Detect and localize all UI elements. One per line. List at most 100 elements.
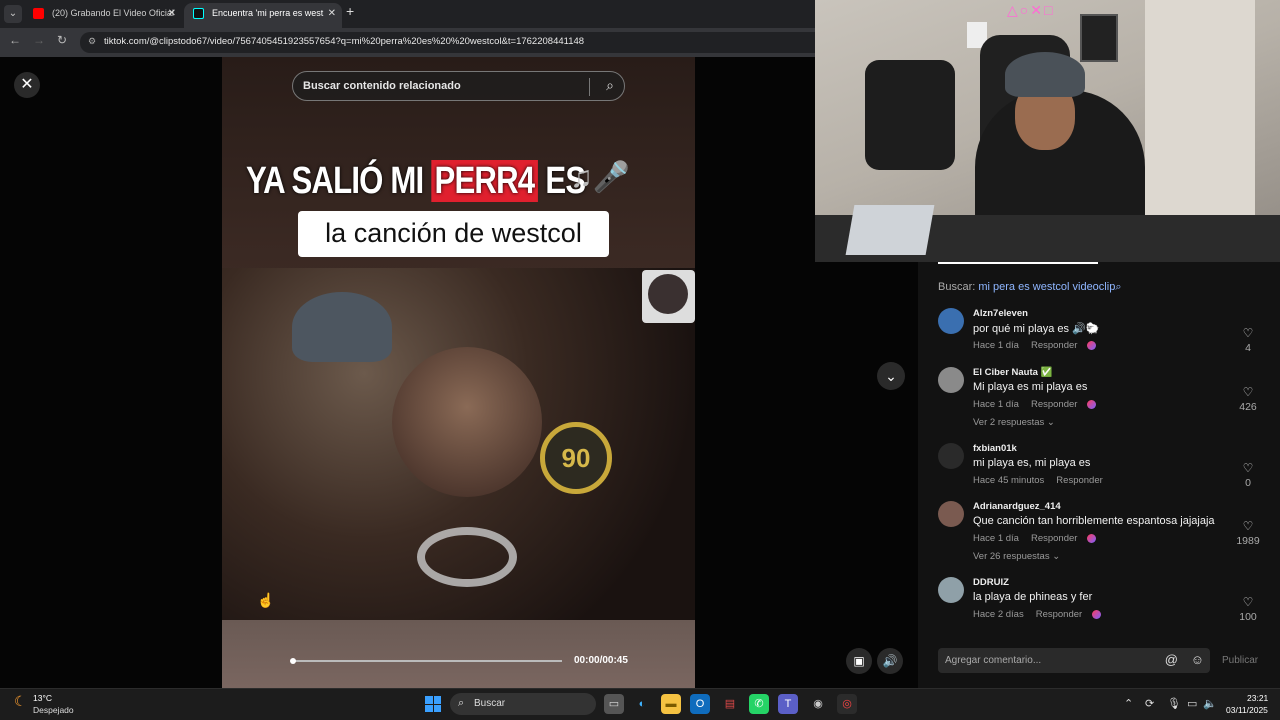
taskbar-search[interactable]: ⌕ Buscar bbox=[450, 693, 596, 715]
video-headline: YA SALIÓ MI PERR4 ES bbox=[246, 160, 586, 202]
search-icon: ⌕ bbox=[1115, 281, 1122, 293]
search-suggestion-query[interactable]: mi pera es westcol videoclip bbox=[978, 281, 1115, 293]
video-subheadline: la canción de westcol bbox=[298, 211, 609, 257]
weather-desc[interactable]: Despejado bbox=[33, 705, 74, 715]
outlook-icon[interactable]: O bbox=[690, 694, 710, 714]
heart-icon[interactable]: ♡ bbox=[1243, 326, 1254, 340]
task-view-icon[interactable]: ▭ bbox=[604, 694, 624, 714]
playstation-neon-sign: △○✕□ bbox=[1007, 2, 1055, 18]
like-button[interactable]: ♡ 426 bbox=[1228, 383, 1268, 413]
weather-icon[interactable]: ☾ bbox=[14, 693, 27, 710]
clock-time[interactable]: 23:21 bbox=[1247, 693, 1268, 703]
person-shape bbox=[392, 347, 542, 497]
heart-icon[interactable]: ♡ bbox=[1243, 595, 1254, 609]
heart-icon[interactable]: ♡ bbox=[1243, 461, 1254, 475]
whatsapp-icon[interactable]: ✆ bbox=[749, 694, 769, 714]
reply-button[interactable]: Responder bbox=[1031, 533, 1077, 544]
video-player[interactable]: 90 bbox=[222, 57, 695, 688]
tab-title: Encuentra 'mi perra es west bbox=[212, 8, 324, 18]
new-tab-button[interactable]: + bbox=[346, 3, 354, 19]
view-replies-button[interactable]: Ver 26 respuestas ⌄ bbox=[973, 551, 1060, 562]
comment-time: Hace 1 día bbox=[973, 399, 1019, 410]
search-suggestion[interactable]: Buscar: mi pera es westcol videoclip⌕ bbox=[938, 281, 1121, 294]
search-placeholder: Buscar contenido relacionado bbox=[303, 80, 461, 92]
reply-button[interactable]: Responder bbox=[1031, 399, 1077, 410]
forward-icon[interactable]: → bbox=[33, 33, 45, 47]
avatar[interactable] bbox=[938, 308, 964, 334]
avatar[interactable] bbox=[938, 443, 964, 469]
chevron-up-icon[interactable]: ⌃ bbox=[1124, 697, 1133, 710]
volume-icon[interactable]: 🔊 bbox=[877, 648, 903, 674]
comment-user[interactable]: DDRUIZ bbox=[973, 577, 1009, 588]
tab-title: (20) Grabando El Video Oficial bbox=[52, 8, 174, 18]
comment-text: por qué mi playa es 🔊🐑 bbox=[973, 323, 1100, 335]
comment-input[interactable]: Agregar comentario... @ ☺ bbox=[938, 648, 1210, 673]
emoji-icon[interactable]: ☺ bbox=[1191, 652, 1204, 667]
file-explorer-icon[interactable]: ▬ bbox=[661, 694, 681, 714]
related-search-input[interactable]: Buscar contenido relacionado ⌕ bbox=[292, 71, 625, 101]
obs-icon[interactable]: ◉ bbox=[808, 694, 828, 714]
creator-liked-icon bbox=[1087, 340, 1097, 350]
chain-shape bbox=[417, 527, 517, 587]
comment-time: Hace 1 día bbox=[973, 340, 1019, 351]
sync-icon[interactable]: ⟳ bbox=[1145, 697, 1154, 710]
publish-button[interactable]: Publicar bbox=[1222, 655, 1258, 666]
weather-temp[interactable]: 13°C bbox=[33, 693, 52, 703]
avatar[interactable] bbox=[938, 367, 964, 393]
avatar[interactable] bbox=[938, 501, 964, 527]
like-button[interactable]: ♡ 1989 bbox=[1228, 517, 1268, 547]
chrome-icon[interactable]: ◎ bbox=[837, 694, 857, 714]
heart-icon[interactable]: ♡ bbox=[1243, 385, 1254, 399]
site-info-icon[interactable]: ⚙ bbox=[88, 36, 96, 47]
headline-highlight: PERR4 bbox=[431, 160, 538, 202]
close-tab-icon[interactable]: ✕ bbox=[328, 3, 336, 24]
chevron-down-icon[interactable]: ⌄ bbox=[877, 362, 905, 390]
progress-knob[interactable] bbox=[290, 658, 296, 664]
comment-placeholder: Agregar comentario... bbox=[945, 655, 1042, 666]
reload-icon[interactable]: ↻ bbox=[57, 33, 67, 47]
reply-button[interactable]: Responder bbox=[1031, 340, 1077, 351]
comment-item: DDRUIZ la playa de phineas y fer Hace 2 … bbox=[938, 577, 1268, 627]
heart-icon[interactable]: ♡ bbox=[1243, 519, 1254, 533]
reply-button[interactable]: Responder bbox=[1036, 609, 1082, 620]
avatar[interactable] bbox=[938, 577, 964, 603]
tiktok-icon bbox=[193, 8, 204, 19]
pip-icon[interactable]: ▣ bbox=[846, 648, 872, 674]
view-replies-button[interactable]: Ver 2 respuestas ⌄ bbox=[973, 417, 1055, 428]
url-text[interactable]: tiktok.com/@clipstodo67/video/7567405451… bbox=[104, 36, 584, 47]
start-button[interactable] bbox=[425, 696, 441, 712]
tab-youtube[interactable]: (20) Grabando El Video Oficial ✕ bbox=[24, 3, 182, 28]
edge-icon[interactable]: ◐ bbox=[632, 694, 652, 714]
teams-icon[interactable]: T bbox=[778, 694, 798, 714]
close-tab-icon[interactable]: ✕ bbox=[168, 3, 176, 24]
close-video-button[interactable]: ✕ bbox=[14, 72, 40, 98]
app-icon[interactable]: ▤ bbox=[720, 694, 740, 714]
tab-search-button[interactable]: ⌄ bbox=[4, 5, 22, 23]
like-count: 426 bbox=[1239, 401, 1257, 413]
clock-date[interactable]: 03/11/2025 bbox=[1226, 705, 1268, 715]
video-timecode: 00:00/00:45 bbox=[574, 655, 628, 666]
like-count: 1989 bbox=[1236, 535, 1260, 547]
reply-button[interactable]: Responder bbox=[1056, 475, 1102, 486]
tab-tiktok[interactable]: Encuentra 'mi perra es west ✕ bbox=[184, 3, 342, 28]
like-count: 4 bbox=[1245, 342, 1251, 354]
search-icon[interactable]: ⌕ bbox=[606, 77, 614, 94]
like-button[interactable]: ♡ 0 bbox=[1228, 459, 1268, 489]
comment-text: la playa de phineas y fer bbox=[973, 591, 1093, 603]
speaker-icon[interactable]: 🔈 bbox=[1203, 697, 1217, 710]
comment-text: Mi playa es mi playa es bbox=[973, 381, 1088, 393]
video-progress-bar[interactable] bbox=[290, 658, 562, 664]
comment-user[interactable]: Adrianardguez_414 bbox=[973, 501, 1061, 512]
like-button[interactable]: ♡ 4 bbox=[1228, 324, 1268, 354]
creator-liked-icon bbox=[1087, 533, 1097, 543]
like-button[interactable]: ♡ 100 bbox=[1228, 593, 1268, 623]
display-icon[interactable]: ▭ bbox=[1187, 697, 1197, 710]
creator-liked-icon bbox=[1092, 609, 1102, 619]
mention-icon[interactable]: @ bbox=[1165, 652, 1178, 667]
back-icon[interactable]: ← bbox=[9, 33, 21, 47]
comment-user[interactable]: fxbian01k bbox=[973, 443, 1017, 454]
microphone-icon[interactable]: 🎙 bbox=[1167, 697, 1181, 710]
creator-liked-icon bbox=[1087, 399, 1097, 409]
comment-user[interactable]: El Ciber Nauta ✅ bbox=[973, 367, 1052, 378]
comment-user[interactable]: Alzn7eleven bbox=[973, 308, 1028, 319]
